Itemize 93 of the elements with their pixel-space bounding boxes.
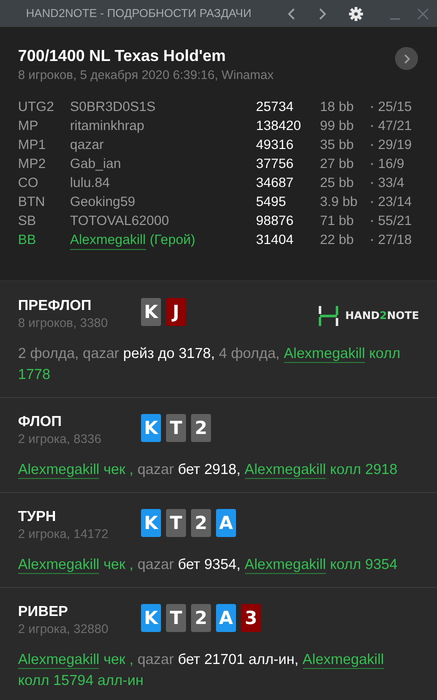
playing-card: K bbox=[141, 298, 161, 326]
action-summary: 2 фолда, qazar рейз до 3178, 4 фолда, Alexmegakill колл 1778 bbox=[18, 345, 402, 385]
player-stats: 25/15 bbox=[378, 98, 413, 116]
logo-icon bbox=[318, 305, 340, 327]
player-name: S0BR3D0S1S bbox=[70, 98, 156, 116]
stack-value: 49316 bbox=[256, 136, 295, 154]
player-link[interactable]: Alexmegakill bbox=[70, 230, 146, 250]
position-label: SB bbox=[18, 212, 38, 230]
position-label: MP1 bbox=[18, 136, 47, 154]
hand-subtitle: 8 игроков, 5 декабря 2020 6:39:16, Winamax bbox=[18, 67, 275, 83]
player-link[interactable]: Alexmegakill bbox=[244, 462, 326, 479]
stack-value: 31404 bbox=[256, 231, 295, 249]
position-label: MP bbox=[18, 117, 40, 135]
separator-dot bbox=[371, 106, 373, 108]
stack-value: 25734 bbox=[256, 98, 295, 116]
player-link[interactable]: Alexmegakill bbox=[18, 652, 100, 669]
playing-card: K bbox=[141, 604, 161, 632]
playing-card: J bbox=[166, 298, 186, 326]
big-blinds: 27 bb bbox=[320, 155, 355, 173]
big-blinds: 99 bb bbox=[320, 117, 355, 135]
player-link[interactable]: Alexmegakill bbox=[18, 462, 100, 479]
playing-card: K bbox=[141, 509, 161, 537]
street-info: 2 игрока, 32880 bbox=[18, 621, 110, 637]
action-summary: Alexmegakill чек , qazar бет 9354, Alexmegakill колл 9354 bbox=[18, 556, 398, 576]
street-info: 2 игрока, 14172 bbox=[18, 526, 110, 542]
separator-dot bbox=[371, 182, 373, 184]
big-blinds: 18 bb bbox=[320, 98, 355, 116]
playing-card: 2 bbox=[191, 509, 211, 537]
street-title: ФЛОП bbox=[18, 413, 63, 431]
player-stats: 27/18 bbox=[378, 231, 413, 249]
big-blinds: 3.9 bb bbox=[320, 193, 359, 211]
position-label: MP2 bbox=[18, 155, 47, 173]
player-name: lulu.84 bbox=[70, 174, 110, 192]
street-title: ПРЕФЛОП bbox=[18, 297, 92, 315]
settings-icon[interactable] bbox=[349, 6, 363, 20]
stack-value: 37756 bbox=[256, 155, 295, 173]
forward-icon[interactable] bbox=[318, 8, 327, 20]
player-stats: 23/14 bbox=[378, 193, 413, 211]
player-name: Gab_ian bbox=[70, 155, 122, 173]
close-icon[interactable] bbox=[417, 8, 429, 20]
hand-title: 700/1400 NL Texas Hold'em bbox=[18, 47, 227, 67]
player-stats: 47/21 bbox=[378, 117, 413, 135]
stack-value: 5495 bbox=[256, 193, 288, 211]
player-link[interactable]: Alexmegakill bbox=[284, 346, 366, 363]
playing-card: 2 bbox=[191, 414, 211, 442]
playing-card: T bbox=[166, 604, 186, 632]
stack-value: 98876 bbox=[256, 212, 295, 230]
separator-dot bbox=[371, 239, 373, 241]
action-summary: Alexmegakill чек , qazar бет 21701 алл-ин, Alexmegakill колл 15794 алл-ин bbox=[18, 651, 385, 691]
big-blinds: 22 bb bbox=[320, 231, 355, 249]
separator-dot bbox=[371, 124, 373, 126]
hero-tag: (Герой) bbox=[150, 230, 196, 250]
stack-value: 138420 bbox=[256, 117, 302, 135]
separator-dot bbox=[371, 162, 373, 164]
big-blinds: 71 bb bbox=[320, 212, 355, 230]
street-info: 8 игроков, 3380 bbox=[18, 315, 109, 331]
street-title: РИВЕР bbox=[18, 603, 69, 621]
position-label: CO bbox=[18, 174, 40, 192]
player-stats: 29/19 bbox=[378, 136, 413, 154]
separator-dot bbox=[371, 220, 373, 222]
playing-card: T bbox=[166, 509, 186, 537]
player-link[interactable]: Alexmegakill bbox=[302, 652, 384, 669]
big-blinds: 25 bb bbox=[320, 174, 355, 192]
big-blinds: 35 bb bbox=[320, 136, 355, 154]
action-summary: Alexmegakill чек , qazar бет 2918, Alexmegakill колл 2918 bbox=[18, 461, 398, 481]
playing-card: A bbox=[216, 509, 236, 537]
playing-card: 2 bbox=[191, 604, 211, 632]
logo-text: HAND2NOTE bbox=[345, 310, 419, 322]
window-title: HAND2NOTE - ПОДРОБНОСТИ РАЗДАЧИ bbox=[26, 8, 252, 20]
player-name: TOTOVAL62000 bbox=[70, 212, 170, 230]
position-label: BB bbox=[18, 231, 38, 249]
player-name: qazar bbox=[70, 136, 104, 154]
street-title: ТУРН bbox=[18, 508, 58, 526]
player-name: Geoking59 bbox=[70, 193, 136, 211]
stack-value: 34687 bbox=[256, 174, 295, 192]
player-stats: 55/21 bbox=[378, 212, 413, 230]
player-link[interactable]: Alexmegakill bbox=[244, 557, 326, 574]
playing-card: T bbox=[166, 414, 186, 442]
back-icon[interactable] bbox=[287, 8, 296, 20]
player-stats: 33/4 bbox=[378, 174, 406, 192]
chevron-icon bbox=[402, 54, 410, 64]
separator-dot bbox=[371, 144, 373, 146]
player-link[interactable]: Alexmegakill bbox=[18, 557, 100, 574]
player-stats: 16/9 bbox=[378, 155, 406, 173]
playing-card: K bbox=[141, 414, 161, 442]
position-label: BTN bbox=[18, 193, 46, 211]
player-name: ritaminkhrap bbox=[70, 117, 144, 135]
playing-card: A bbox=[216, 604, 236, 632]
next-hand-button[interactable] bbox=[395, 47, 418, 70]
street-info: 2 игрока, 8336 bbox=[18, 431, 102, 447]
playing-card: 3 bbox=[241, 604, 261, 632]
separator-dot bbox=[371, 200, 373, 202]
position-label: UTG2 bbox=[18, 98, 56, 116]
